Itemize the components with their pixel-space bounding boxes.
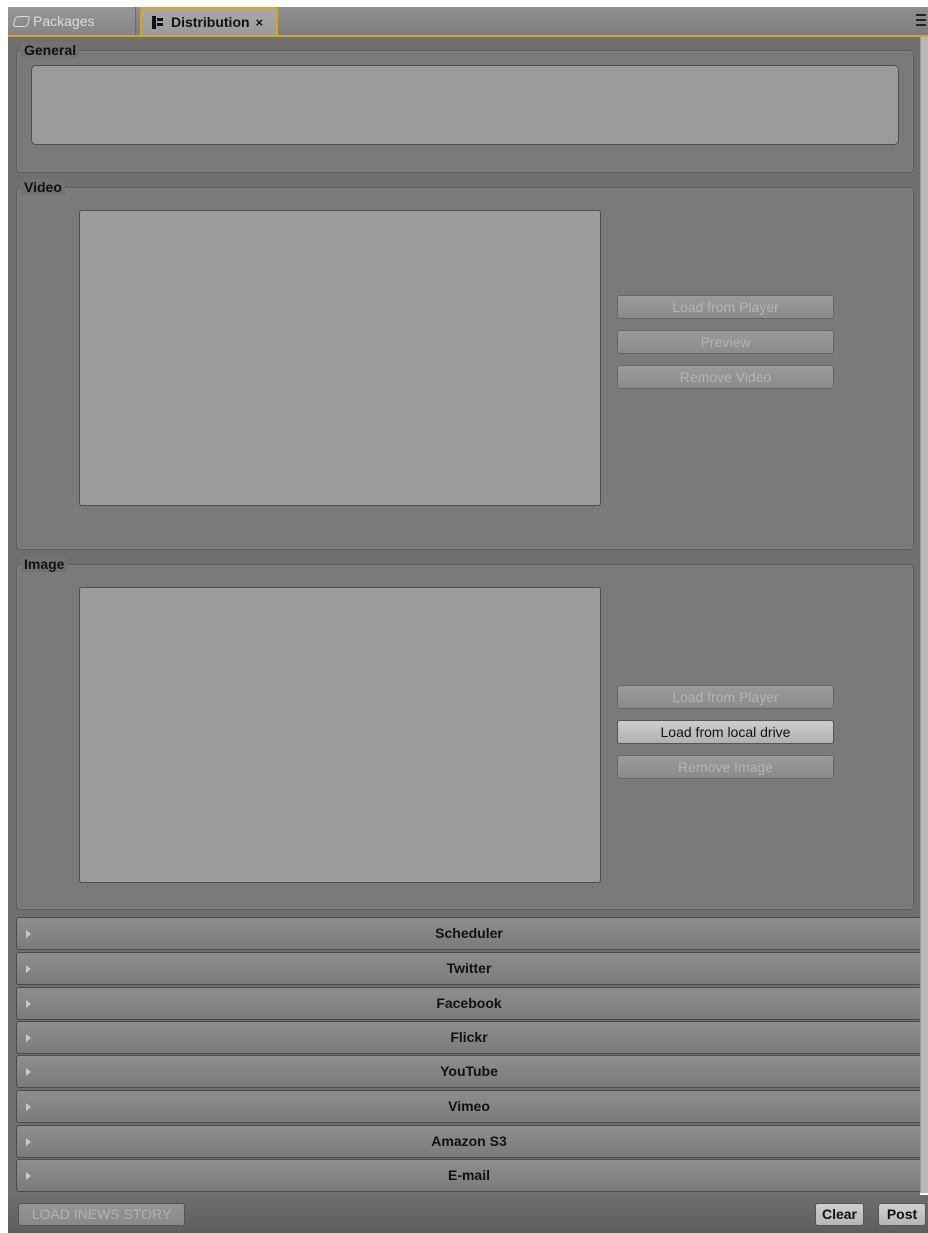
post-button[interactable]: Post [878,1203,926,1226]
image-preview [79,587,601,883]
video-title: Video [21,179,65,195]
email-label: E-mail [447,1167,490,1183]
scrollbar[interactable] [920,37,928,1193]
tab-bar: Packages Distribution × [8,7,928,37]
youtube-label: YouTube [440,1063,498,1079]
remove-image-button[interactable]: Remove Image [617,755,834,779]
load-from-local-drive-button[interactable]: Load from local drive [617,720,834,744]
distribution-window: Packages Distribution × General Video Lo… [0,0,928,1233]
general-group: General [16,42,914,173]
twitter-section[interactable]: Twitter [16,952,922,985]
video-group: Video Load from Player Preview Remove Vi… [16,179,914,550]
facebook-section[interactable]: Facebook [16,987,922,1020]
flickr-label: Flickr [450,1029,488,1045]
expand-arrow-icon [26,1103,31,1111]
scheduler-section[interactable]: Scheduler [16,917,922,950]
packages-icon [12,15,31,27]
amazon-s3-label: Amazon S3 [431,1133,507,1149]
email-section[interactable]: E-mail [16,1159,922,1192]
remove-video-button[interactable]: Remove Video [617,365,834,389]
flickr-section[interactable]: Flickr [16,1021,922,1054]
expand-arrow-icon [26,1068,31,1076]
image-group: Image Load from Player Load from local d… [16,556,914,910]
expand-arrow-icon [26,930,31,938]
scheduler-label: Scheduler [435,925,503,941]
tab-packages-label: Packages [33,13,95,29]
footer-bar: LOAD INEWS STORY Clear Post [8,1195,928,1233]
main-panel: General Video Load from Player Preview R… [8,37,922,1195]
amazon-s3-section[interactable]: Amazon S3 [16,1125,922,1158]
expand-arrow-icon [26,965,31,973]
expand-arrow-icon [26,1172,31,1180]
load-inews-story-button[interactable]: LOAD INEWS STORY [18,1203,185,1226]
panel-menu-icon[interactable] [916,12,926,28]
vimeo-label: Vimeo [448,1098,490,1114]
video-preview-button[interactable]: Preview [617,330,834,354]
tab-distribution-label: Distribution [171,14,250,30]
image-title: Image [21,556,68,572]
vimeo-section[interactable]: Vimeo [16,1090,922,1123]
tab-packages[interactable]: Packages [8,7,136,35]
clear-button[interactable]: Clear [815,1203,864,1226]
twitter-label: Twitter [446,960,492,976]
expand-arrow-icon [26,1034,31,1042]
close-tab-icon[interactable]: × [256,15,264,30]
facebook-label: Facebook [436,995,502,1011]
video-load-from-player-button[interactable]: Load from Player [617,295,834,319]
image-load-from-player-button[interactable]: Load from Player [617,685,834,709]
tab-distribution[interactable]: Distribution × [140,7,278,35]
video-preview [79,210,601,506]
general-field[interactable] [31,65,899,145]
distribution-icon [152,15,164,29]
general-title: General [21,42,80,58]
youtube-section[interactable]: YouTube [16,1055,922,1088]
expand-arrow-icon [26,1000,31,1008]
expand-arrow-icon [26,1138,31,1146]
